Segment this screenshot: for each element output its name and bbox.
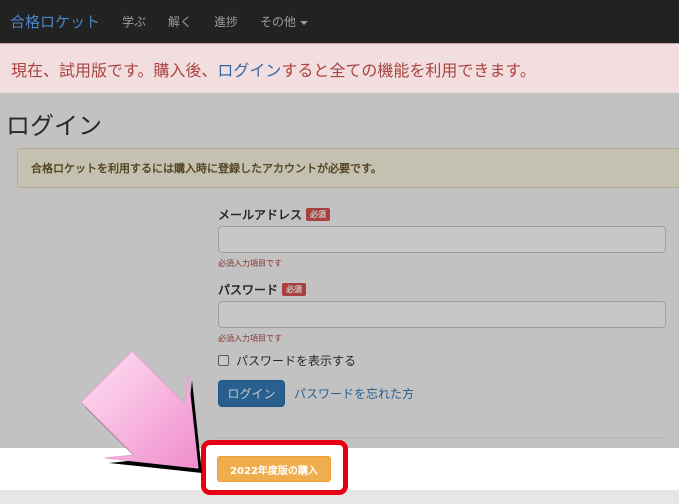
pointer-arrow-icon <box>80 350 202 473</box>
info-alert-text: 合格ロケットを利用するには購入時に登録したアカウントが必要です。 <box>31 162 382 175</box>
email-label: メールアドレス 必須 <box>218 206 331 223</box>
email-help-text: 必須入力項目です <box>218 259 282 268</box>
email-field[interactable] <box>218 226 666 253</box>
show-password-checkbox[interactable] <box>218 355 229 366</box>
email-label-text: メールアドレス <box>218 208 303 222</box>
password-field[interactable] <box>218 301 666 328</box>
chevron-down-icon <box>300 20 309 25</box>
top-navbar: 合格ロケット 学ぶ 解く 進捗 その他 <box>0 0 679 43</box>
brand-link[interactable]: 合格ロケット <box>0 11 122 32</box>
trial-banner-text-after: すると全ての機能を利用できます。 <box>281 60 536 80</box>
nav-item-progress[interactable]: 進捗 <box>214 13 238 30</box>
info-alert: 合格ロケットを利用するには購入時に登録したアカウントが必要です。 <box>17 148 679 188</box>
password-label-text: パスワード <box>218 283 279 297</box>
nav-item-other-label: その他 <box>260 15 297 29</box>
login-button[interactable]: ログイン <box>218 380 285 407</box>
forgot-password-link[interactable]: パスワードを忘れた方 <box>294 385 414 402</box>
show-password-label: パスワードを表示する <box>236 354 357 368</box>
show-password-row[interactable]: パスワードを表示する <box>218 352 356 369</box>
page-title: ログイン <box>6 112 102 140</box>
required-badge: 必須 <box>282 283 307 296</box>
trial-login-link[interactable]: ログイン <box>217 57 281 81</box>
divider <box>218 437 666 438</box>
nav-item-solve[interactable]: 解く <box>168 13 192 30</box>
nav-item-other-dropdown[interactable]: その他 <box>260 13 309 30</box>
trial-banner-text-before: 現在、試用版です。購入後、 <box>11 60 218 80</box>
required-badge: 必須 <box>306 208 331 221</box>
trial-banner: 現在、試用版です。購入後、 ログイン すると全ての機能を利用できます。 <box>0 43 679 93</box>
nav-item-learn[interactable]: 学ぶ <box>122 13 146 30</box>
password-help-text: 必須入力項目です <box>218 334 282 343</box>
purchase-button[interactable]: 2022年度版の購入 <box>217 456 331 482</box>
password-label: パスワード 必須 <box>218 281 307 298</box>
